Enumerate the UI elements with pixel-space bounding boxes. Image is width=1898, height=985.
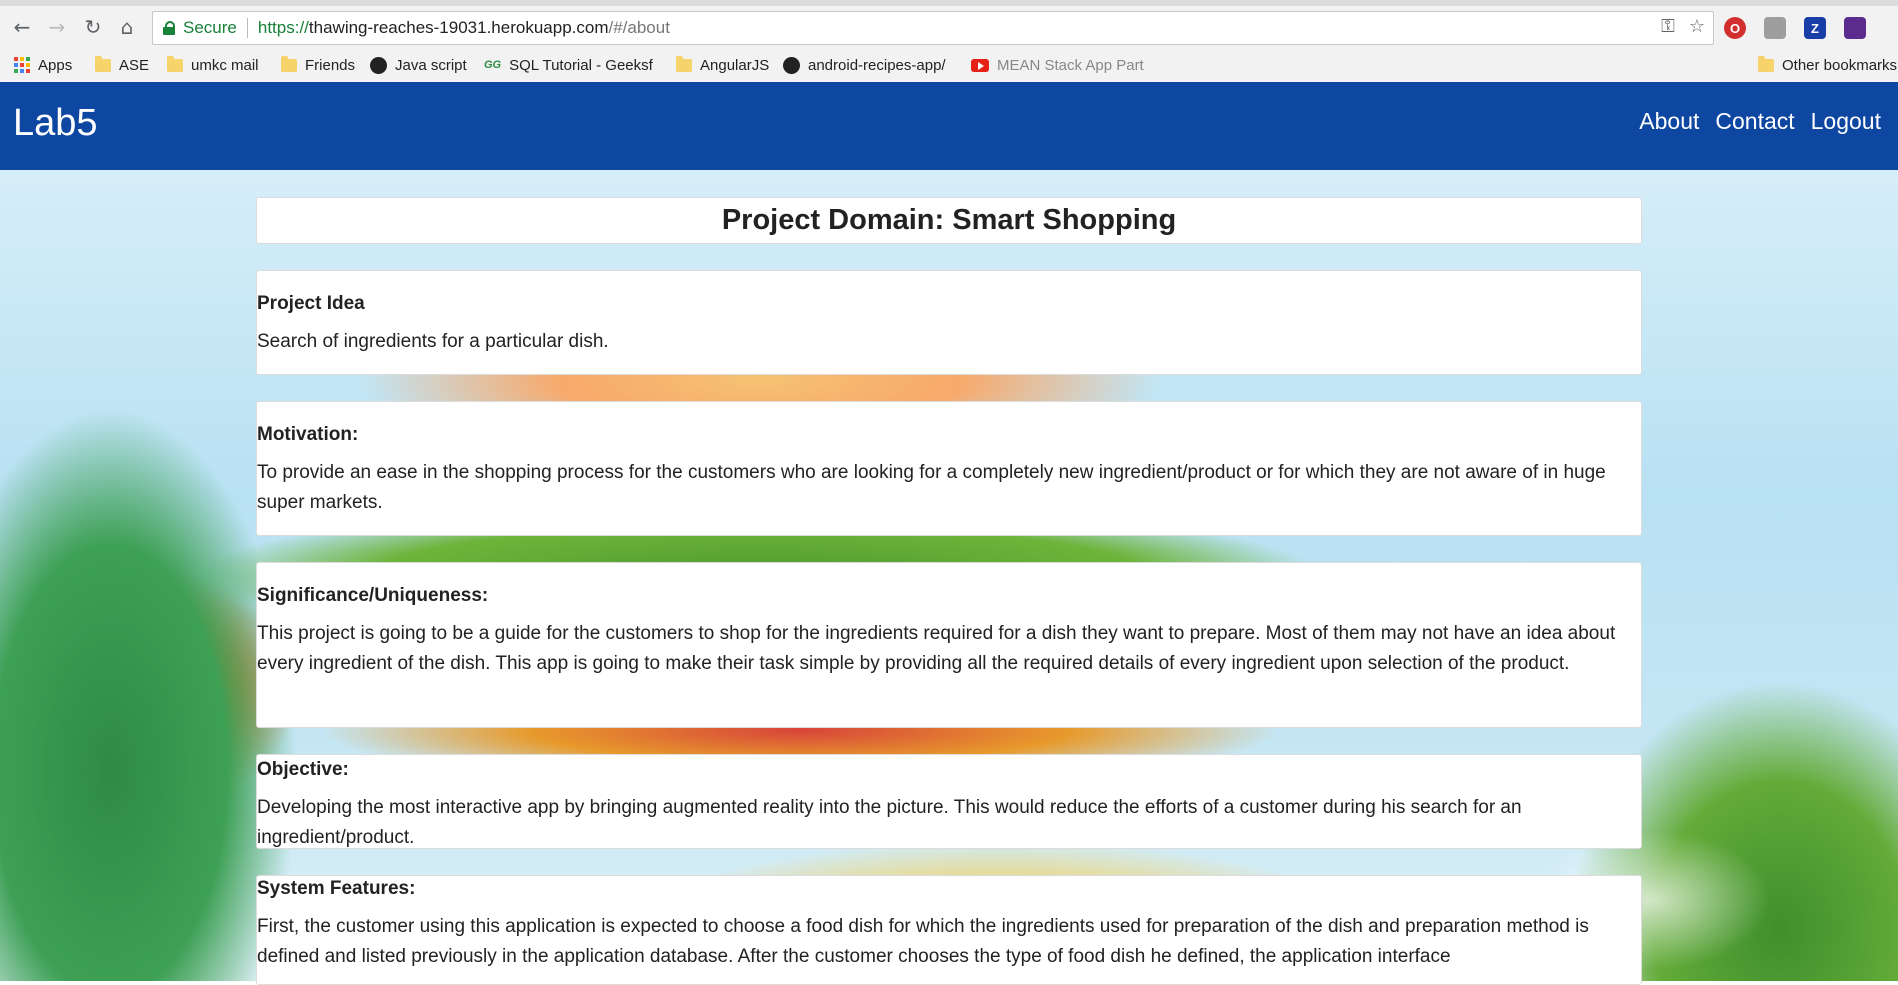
youtube-icon [971,58,989,72]
folder-icon [281,55,297,72]
page-title: Project Domain: Smart Shopping [721,204,1177,236]
page-title-card: Project Domain: Smart Shopping [256,197,1642,244]
section-heading: Objective: [257,759,349,780]
github-icon [370,56,387,74]
bookmark-angularjs[interactable]: AngularJS [676,48,769,82]
security-label: Secure [183,18,237,37]
nav-links: About Contact Logout [1639,108,1881,135]
reload-icon[interactable]: ↻ [80,14,106,40]
bookmark-label: Java script [395,56,467,74]
bookmark-label: Other bookmarks [1782,56,1898,74]
zotero-extension-icon[interactable]: Z [1804,17,1826,39]
folder-icon [95,55,111,72]
bookmark-ase[interactable]: ASE [95,48,149,82]
bookmark-label: Friends [305,56,356,74]
bookmark-label: AngularJS [700,56,770,74]
section-card-project-idea: Project Idea Search of ingredients for a… [256,270,1642,375]
section-body: Developing the most interactive app by b… [257,797,1522,848]
bookmark-other-bookmarks[interactable]: Other bookmarks [1758,48,1897,82]
bookmark-apps[interactable]: Apps [14,48,72,82]
bookmark-label: android-recipes-app/ [808,56,946,74]
browser-toolbar: ← → ↻ ⌂ Secure https:// thawing-reaches-… [0,6,1898,48]
folder-icon [1758,55,1774,72]
address-separator [246,18,248,38]
opera-extension-icon[interactable]: O [1724,17,1746,39]
section-heading: Significance/Uniqueness: [257,585,489,606]
section-card-motivation: Motivation: To provide an ease in the sh… [256,401,1642,536]
nav-link-contact[interactable]: Contact [1715,108,1794,135]
url-path: /#/about [608,18,670,37]
bookmark-label: Apps [38,56,73,74]
bookmark-label: ASE [119,56,150,74]
section-body: To provide an ease in the shopping proce… [257,462,1606,513]
section-body: This project is going to be a guide for … [257,623,1616,674]
bookmark-sql-tutorial[interactable]: GG SQL Tutorial - Geeksf [484,48,653,82]
bookmark-label: SQL Tutorial - Geeksf [509,56,653,74]
section-card-system-features: System Features: First, the customer usi… [256,875,1642,985]
section-body: First, the customer using this applicati… [257,916,1589,967]
section-heading: Motivation: [257,424,359,445]
bookmark-java-script[interactable]: Java script [370,48,467,82]
key-icon[interactable]: ⚿ [1661,16,1675,37]
extension-icon[interactable] [1764,17,1786,39]
section-heading: Project Idea [257,293,365,314]
section-body: Search of ingredients for a particular d… [257,331,609,352]
bookmark-label: MEAN Stack App Part [997,56,1144,74]
bookmark-label: umkc mail [191,56,259,74]
brand-logo[interactable]: Lab5 [13,102,98,145]
section-heading: System Features: [257,878,416,899]
url-scheme: https:// [257,18,309,37]
github-icon [783,56,800,74]
address-bar[interactable]: Secure https:// thawing-reaches-19031.he… [152,11,1714,45]
bookmark-android-recipes-app[interactable]: android-recipes-app/ [783,48,946,82]
section-card-objective: Objective: Developing the most interacti… [256,754,1642,849]
back-arrow-icon[interactable]: ← [9,14,35,40]
rocket-extension-icon[interactable] [1844,17,1866,39]
bookmark-umkc-mail[interactable]: umkc mail [167,48,259,82]
geeksforgeeks-icon: GG [484,59,502,71]
url-host: thawing-reaches-19031.herokuapp.com [308,18,609,37]
app-navbar: Lab5 About Contact Logout [0,82,1898,170]
folder-icon [676,55,692,72]
apps-grid-icon [14,57,30,73]
nav-link-logout[interactable]: Logout [1811,108,1881,135]
bookmarks-bar: Apps ASE umkc mail Friends Java script G… [0,48,1898,83]
bookmark-mean-stack[interactable]: MEAN Stack App Part [971,48,1144,82]
forward-arrow-icon[interactable]: → [44,14,70,40]
bookmark-friends[interactable]: Friends [281,48,355,82]
nav-link-about[interactable]: About [1639,108,1699,135]
lock-icon [163,21,175,35]
home-icon[interactable]: ⌂ [114,14,140,40]
star-icon[interactable]: ☆ [1689,16,1705,37]
folder-icon [167,55,183,72]
section-card-significance: Significance/Uniqueness: This project is… [256,562,1642,728]
